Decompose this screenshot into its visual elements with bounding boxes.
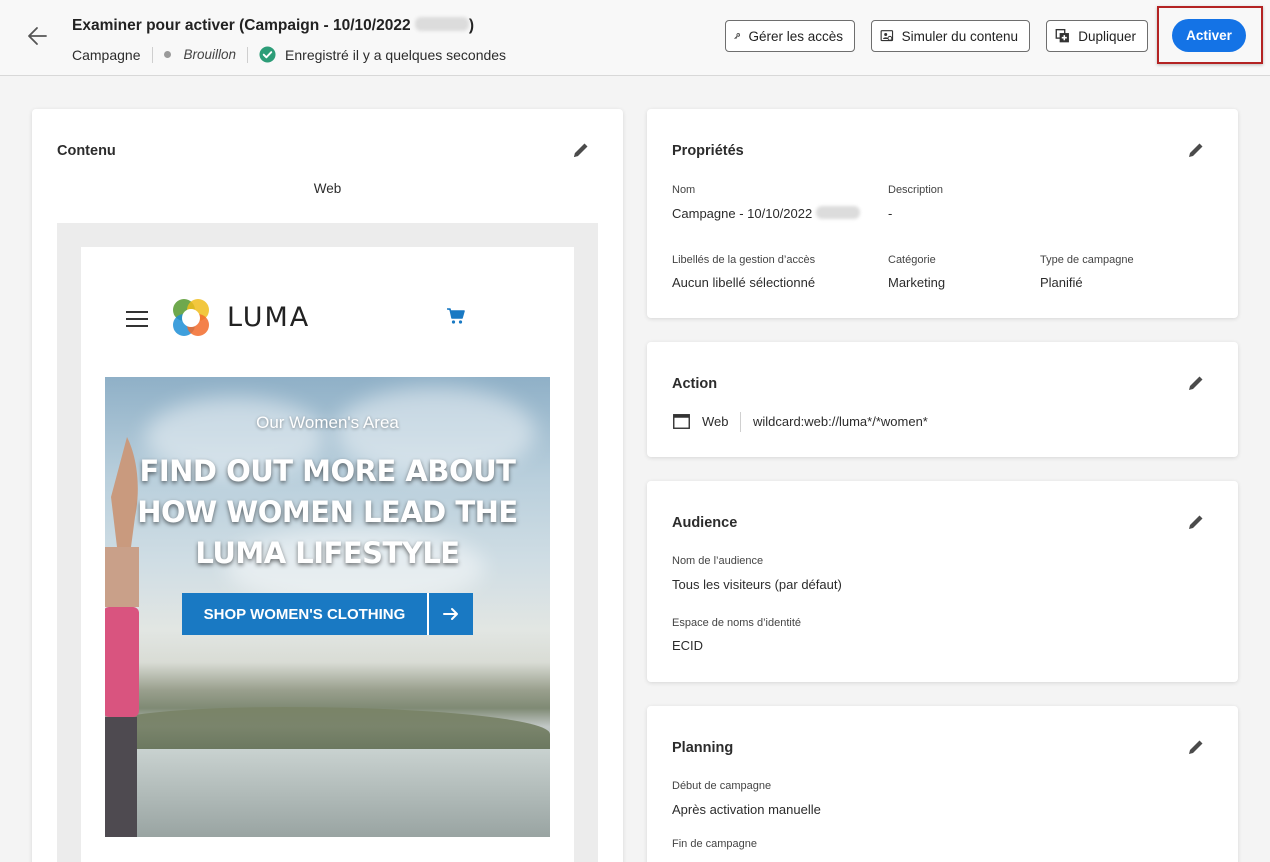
lake [105,749,550,837]
hero-banner: Our Women's Area FIND OUT MORE ABOUT HOW… [105,377,550,837]
page-title-close: ) [468,17,475,34]
status-dot [163,51,171,58]
namespace-label: Espace de noms d’identité [672,617,802,629]
pencil-icon[interactable] [1187,374,1205,392]
divider [151,46,153,63]
cart-icon[interactable] [446,307,466,325]
divider [740,412,741,432]
activate-button[interactable]: Activer [1172,19,1246,52]
manage-access-label: Gérer les accès [748,28,843,44]
header: Examiner pour activer (Campaign - 10/10/… [0,0,1270,76]
description-label: Description [888,184,944,196]
page-title-text: Examiner pour activer (Campaign - 10/10/… [72,17,411,34]
name-label: Nom [672,184,696,196]
description-value: - [888,206,893,221]
audience-title: Audience [672,515,738,531]
pencil-icon[interactable] [572,141,590,159]
duplicate-button[interactable]: Dupliquer [1046,20,1148,52]
campaign-type-label: Type de campagne [1040,254,1134,266]
campaign-end-label: Fin de campagne [672,838,757,850]
action-title: Action [672,376,718,392]
duplicate-icon [1055,28,1069,43]
hero-subtitle: Our Women's Area [256,413,399,432]
shop-womens-clothing-button[interactable]: SHOP WOMEN'S CLOTHING [182,593,473,635]
campaign-start-value: Après activation manuelle [672,802,821,817]
content-card: Contenu Web LUMA Our Women's Area FIND O… [32,109,623,862]
shop-button-label: SHOP WOMEN'S CLOTHING [182,593,429,635]
save-status: Enregistré il y a quelques secondes [285,46,507,63]
category-value: Marketing [888,275,946,290]
namespace-value: ECID [672,638,704,653]
duplicate-label: Dupliquer [1078,28,1136,44]
content-title: Contenu [57,143,116,159]
simulate-icon [880,30,894,42]
properties-card: Propriétés Nom Campagne - 10/10/2022 Des… [647,109,1238,318]
category-label: Catégorie [888,254,936,266]
channel-label: Web [313,181,342,196]
simulate-content-button[interactable]: Simuler du contenu [871,20,1030,52]
trees [105,707,550,752]
status-badge: Brouillon [183,47,237,62]
redacted-text [815,206,860,219]
pencil-icon[interactable] [1187,141,1205,159]
checkmark-circle-icon [259,46,276,63]
page-title: Examiner pour activer (Campaign - 10/10/… [72,17,474,35]
hamburger-icon[interactable] [126,311,148,332]
action-url: wildcard:web://luma*/*women* [753,414,928,429]
action-card: Action Web wildcard:web://luma*/*women* [647,342,1238,457]
divider [247,46,249,63]
content-preview: LUMA Our Women's Area FIND OUT MORE ABOU… [57,223,598,862]
action-channel: Web [702,414,729,429]
arrow-right-icon [429,593,473,635]
campaign-type-value: Planifié [1040,275,1083,290]
luma-logo [173,299,209,336]
properties-title: Propriétés [672,143,744,159]
access-labels-value: Aucun libellé sélectionné [672,275,816,290]
manage-access-button[interactable]: Gérer les accès [725,20,855,52]
pencil-icon[interactable] [1187,738,1205,756]
planning-card: Planning Début de campagne Après activat… [647,706,1238,862]
name-value-text: Campagne - 10/10/2022 [672,206,813,221]
back-arrow-icon[interactable] [24,22,52,50]
brand-name: LUMA [227,302,311,333]
simulate-content-label: Simuler du contenu [901,28,1018,44]
object-type: Campagne [72,46,141,63]
name-value: Campagne - 10/10/2022 [672,206,860,221]
web-preview-frame: LUMA Our Women's Area FIND OUT MORE ABOU… [81,247,574,862]
access-labels-label: Libellés de la gestion d’accès [672,254,816,266]
campaign-start-label: Début de campagne [672,780,772,792]
audience-name-value: Tous les visiteurs (par défaut) [672,577,842,592]
audience-name-label: Nom de l’audience [672,555,764,567]
audience-card: Audience Nom de l’audience Tous les visi… [647,481,1238,682]
hero-headline: FIND OUT MORE ABOUT HOW WOMEN LEAD THE L… [137,454,518,570]
redacted-text [414,17,469,31]
planning-title: Planning [672,740,734,756]
browser-icon [673,414,690,429]
pencil-icon[interactable] [1187,513,1205,531]
key-icon [734,33,741,39]
status-line: Campagne Brouillon Enregistré il y a que… [72,46,506,63]
